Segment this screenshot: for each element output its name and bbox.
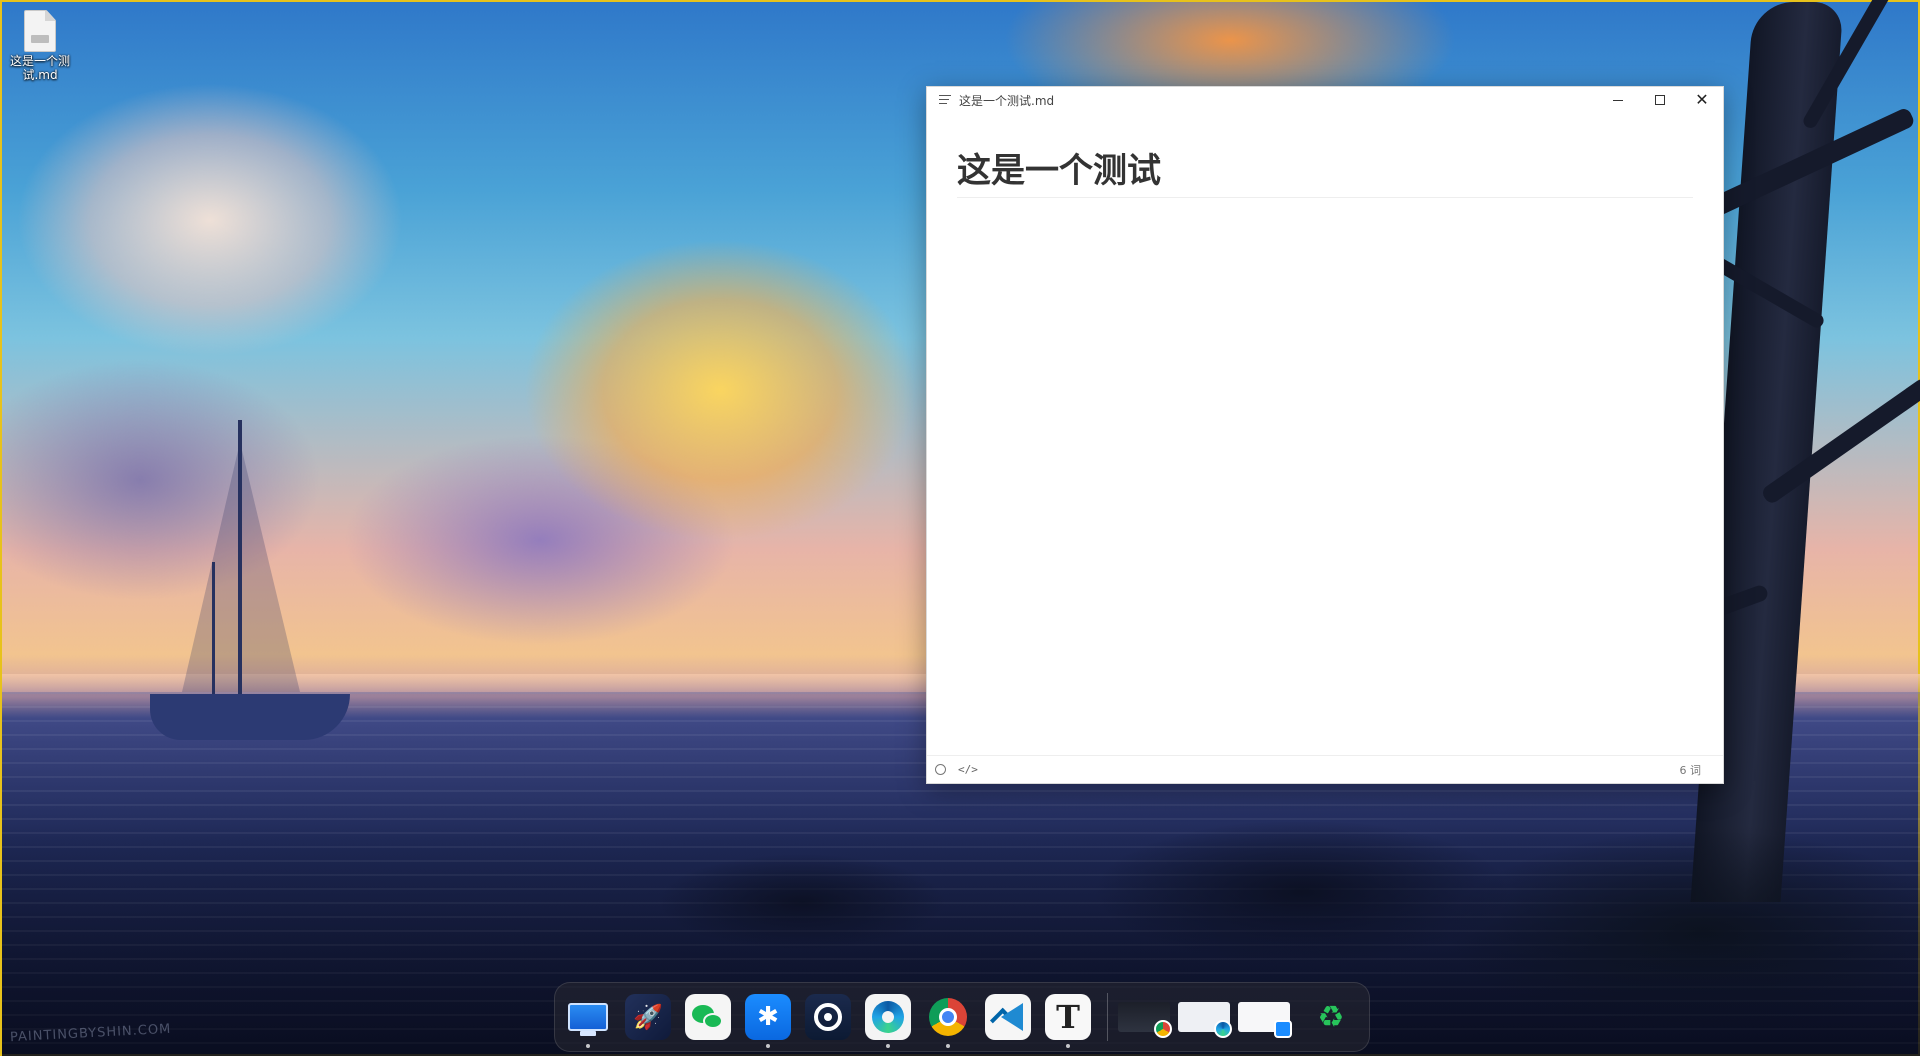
wallpaper-boat-mast-small (212, 562, 215, 702)
window-titlebar[interactable]: 这是一个测试.md ✕ (927, 87, 1723, 113)
running-indicator (886, 1044, 890, 1048)
dock-app-store[interactable]: ✱ (745, 994, 791, 1048)
dock-recent-store-window[interactable] (1238, 998, 1292, 1038)
dock-app-wechat[interactable] (685, 994, 731, 1040)
dock-app-chrome[interactable] (925, 994, 971, 1048)
minimize-icon (1613, 99, 1623, 101)
status-bar: </> 6 词 (927, 755, 1723, 783)
outline-toggle-icon[interactable] (935, 764, 946, 775)
word-count[interactable]: 6 词 (1680, 762, 1702, 778)
app-store-icon (1274, 1020, 1292, 1038)
close-button[interactable]: ✕ (1681, 87, 1723, 113)
running-indicator (766, 1044, 770, 1048)
monitor-icon (568, 1003, 608, 1031)
window-controls: ✕ (1597, 87, 1723, 113)
wallpaper-boat-hull (150, 694, 350, 740)
running-indicator (1066, 1044, 1070, 1048)
dock-recent-edge-window[interactable] (1178, 998, 1232, 1038)
desktop-file-icon[interactable]: 这是一个测试.md (6, 6, 74, 82)
source-code-toggle[interactable]: </> (958, 763, 978, 776)
dock-recent-chrome-window[interactable] (1118, 998, 1172, 1038)
dock-app-desktop[interactable] (565, 994, 611, 1048)
typora-window: 这是一个测试.md ✕ 这是一个测试 </> 6 词 (926, 86, 1724, 784)
running-indicator (586, 1044, 590, 1048)
steam-icon (814, 1003, 842, 1031)
hamburger-menu-icon[interactable] (939, 95, 953, 105)
desktop-file-label: 这是一个测试.md (10, 54, 71, 82)
markdown-file-icon (24, 10, 56, 52)
rocket-icon: 🚀 (633, 1003, 663, 1031)
app-store-icon: ✱ (757, 1002, 779, 1032)
window-title: 这是一个测试.md (959, 93, 1055, 108)
editor-area[interactable]: 这是一个测试 (927, 113, 1723, 757)
running-indicator (946, 1044, 950, 1048)
minimize-button[interactable] (1597, 87, 1639, 113)
typora-icon: T (1056, 998, 1080, 1036)
chrome-icon (1154, 1020, 1172, 1038)
maximize-icon (1655, 95, 1665, 105)
dock-app-steam[interactable] (805, 994, 851, 1040)
edge-icon (872, 1001, 904, 1033)
dock-app-edge[interactable] (865, 994, 911, 1048)
recycle-bin-icon: ♻ (1317, 999, 1345, 1035)
dock-trash[interactable]: ♻ (1308, 994, 1354, 1040)
chrome-icon (929, 998, 967, 1036)
dock-app-vscode[interactable] (985, 994, 1031, 1040)
document-heading[interactable]: 这是一个测试 (957, 149, 1693, 198)
dock: 🚀 ✱ T ♻ (554, 982, 1370, 1052)
dock-separator (1107, 993, 1108, 1041)
close-icon: ✕ (1695, 90, 1709, 109)
wallpaper-boat-mast (238, 420, 242, 700)
maximize-button[interactable] (1639, 87, 1681, 113)
edge-icon (1214, 1020, 1232, 1038)
dock-app-typora[interactable]: T (1045, 994, 1091, 1048)
dock-app-launcher[interactable]: 🚀 (625, 994, 671, 1040)
